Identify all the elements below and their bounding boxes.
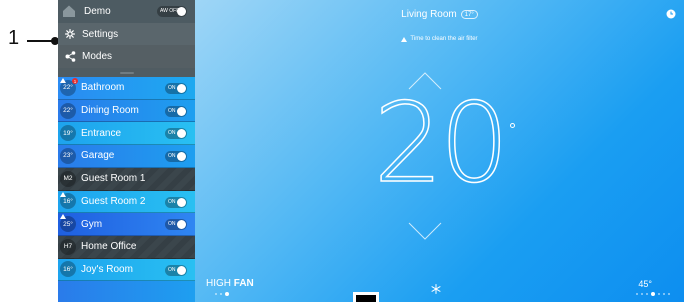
pager-dot — [658, 293, 660, 295]
room-name: Guest Room 1 — [81, 173, 146, 185]
menu-item-label: Settings — [82, 28, 119, 40]
pager-dot — [646, 293, 648, 295]
room-name: Guest Room 2 — [81, 195, 146, 207]
toggle-knob — [177, 265, 186, 275]
toggle-label: ON — [168, 221, 176, 228]
room-power-toggle[interactable]: ON — [165, 219, 187, 231]
room-title: Living Room — [401, 9, 457, 20]
share-icon — [64, 51, 76, 63]
drag-handle[interactable] — [58, 68, 195, 78]
notification-badge: 1 — [72, 78, 78, 85]
room-row-partial[interactable] — [58, 281, 195, 302]
room-name: Gym — [81, 218, 103, 230]
pager-dot — [668, 293, 670, 295]
room-temp-badge: 23° — [60, 147, 76, 164]
gear-icon — [64, 28, 76, 40]
alert-icon — [60, 214, 66, 220]
toggle-label: ON — [168, 198, 176, 205]
room-temp-badge: 16° — [60, 261, 76, 278]
alert-icon — [60, 78, 66, 84]
away-toggle[interactable]: AW OFF — [157, 6, 187, 17]
room-row-bathroom[interactable]: 1 22° Bathroom ON — [58, 77, 195, 100]
room-row-dining-room[interactable]: 22° Dining Room ON — [58, 99, 195, 123]
pager-dot — [220, 293, 222, 295]
room-power-toggle[interactable]: ON — [165, 105, 187, 117]
pager-dot — [663, 293, 665, 295]
degree-symbol — [510, 123, 515, 128]
room-name: Dining Room — [81, 105, 139, 117]
room-row-home-office[interactable]: H7 Home Office — [58, 235, 195, 259]
pager-dot-active — [651, 292, 655, 296]
room-name: Home Office — [81, 241, 137, 253]
toggle-knob — [177, 197, 186, 207]
room-mode-badge: M2 — [60, 170, 76, 187]
room-row-guest-room-2[interactable]: 16° Guest Room 2 ON — [58, 190, 195, 214]
fan-mode[interactable]: HIGH FAN — [206, 278, 254, 289]
toggle-label: ON — [168, 153, 176, 160]
menu-item-settings[interactable]: Settings — [58, 22, 195, 46]
room-mode-badge: H7 — [60, 238, 76, 255]
thermostat-panel: Living Room 17° Time to clean the air fi… — [195, 0, 684, 302]
callout-line — [27, 40, 53, 42]
alert-icon — [60, 191, 66, 197]
pager-dot — [641, 293, 643, 295]
toggle-label: ON — [168, 266, 176, 273]
warning-icon — [401, 36, 408, 42]
toggle-knob — [177, 152, 186, 162]
room-power-toggle[interactable]: ON — [165, 83, 187, 95]
setting-pager[interactable] — [636, 292, 670, 296]
home-label: Demo — [84, 5, 111, 17]
pager-dot-active — [225, 292, 229, 296]
toggle-label: ON — [168, 85, 176, 92]
toggle-knob — [177, 7, 186, 16]
pager-dot — [215, 293, 217, 295]
callout-number: 1 — [8, 27, 20, 49]
toggle-knob — [177, 106, 186, 116]
fan-mode-prefix: HIGH — [206, 278, 231, 289]
thermostat-app: Demo AW OFF Settings Modes 1 22° Bathroo… — [58, 0, 684, 302]
toggle-label: ON — [168, 130, 176, 137]
filter-alert[interactable]: Time to clean the air filter — [195, 36, 684, 42]
toggle-label: ON — [168, 107, 176, 114]
chevron-down-icon[interactable] — [408, 222, 442, 240]
room-power-toggle[interactable]: ON — [165, 264, 187, 276]
room-name: Garage — [81, 150, 115, 162]
redaction-box — [353, 292, 379, 302]
setpoint-temperature: 20 — [373, 79, 510, 207]
room-name: Entrance — [81, 127, 122, 139]
room-current-temp: 17° — [460, 10, 478, 19]
room-header[interactable]: Living Room 17° — [195, 9, 684, 20]
pager-dot — [636, 293, 638, 295]
target-display: 45° — [638, 279, 652, 289]
room-power-toggle[interactable]: ON — [165, 196, 187, 208]
room-row-joys-room[interactable]: 16° Joy's Room ON — [58, 258, 195, 282]
room-row-gym[interactable]: 25° Gym ON — [58, 213, 195, 236]
room-power-toggle[interactable]: ON — [165, 128, 187, 140]
room-name: Joy's Room — [81, 263, 133, 275]
clock-icon[interactable] — [666, 9, 676, 19]
room-row-guest-room-1[interactable]: M2 Guest Room 1 — [58, 167, 195, 191]
home-icon — [63, 5, 75, 18]
room-row-entrance[interactable]: 19° Entrance ON — [58, 122, 195, 146]
room-row-garage[interactable]: 23° Garage ON — [58, 145, 195, 168]
snowflake-icon[interactable] — [431, 284, 441, 294]
menu-item-modes[interactable]: Modes — [58, 45, 195, 69]
handle-bar — [119, 71, 134, 74]
room-temp-badge: 22° — [60, 102, 76, 119]
fan-mode-label: FAN — [233, 278, 254, 289]
toggle-knob — [177, 220, 186, 230]
mode-pager[interactable] — [215, 292, 229, 296]
toggle-knob — [177, 129, 186, 139]
sidebar: Demo AW OFF Settings Modes 1 22° Bathroo… — [58, 0, 195, 302]
menu-item-label: Modes — [82, 51, 113, 63]
room-temp-badge: 19° — [60, 125, 76, 142]
room-name: Bathroom — [81, 82, 125, 94]
alert-text: Time to clean the air filter — [410, 36, 478, 42]
home-row[interactable]: Demo AW OFF — [58, 0, 195, 23]
toggle-knob — [177, 84, 186, 94]
room-power-toggle[interactable]: ON — [165, 151, 187, 163]
